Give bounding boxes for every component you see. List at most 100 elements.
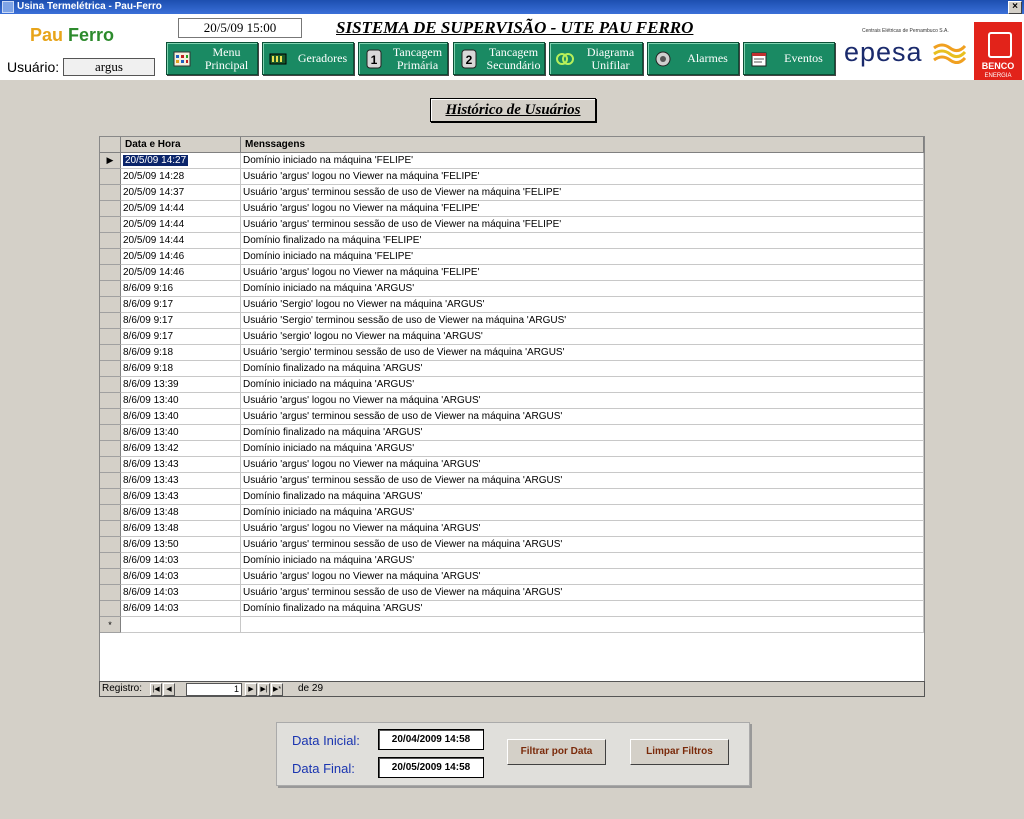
cell-datetime[interactable]: 20/5/09 14:46	[120, 264, 241, 281]
cell-datetime[interactable]: 8/6/09 13:40	[120, 392, 241, 409]
cell-datetime[interactable]: 8/6/09 9:18	[120, 360, 241, 377]
row-selector[interactable]	[100, 184, 121, 201]
row-selector[interactable]	[100, 216, 121, 233]
table-row[interactable]: 8/6/09 13:48 Domínio iniciado na máquina …	[100, 504, 924, 521]
row-selector[interactable]	[100, 536, 121, 553]
table-row[interactable]: 8/6/09 13:39 Domínio iniciado na máquina …	[100, 376, 924, 393]
table-row[interactable]: 8/6/09 14:03 Domínio finalizado na máquin…	[100, 600, 924, 617]
row-selector[interactable]	[100, 488, 121, 505]
cell-datetime[interactable]: 8/6/09 9:17	[120, 296, 241, 313]
first-record-button[interactable]: |◀	[150, 683, 162, 696]
cell-datetime[interactable]: 8/6/09 14:03	[120, 600, 241, 617]
cell-datetime[interactable]: 20/5/09 14:44	[120, 216, 241, 233]
nav-menu-principal-button[interactable]: Menu Principal	[166, 42, 258, 75]
cell-message[interactable]: Usuário 'sergio' logou no Viewer na máqu…	[240, 328, 924, 345]
cell-message[interactable]: Usuário 'argus' terminou sessão de uso d…	[240, 216, 924, 233]
cell-datetime[interactable]: 8/6/09 13:40	[120, 424, 241, 441]
cell-datetime[interactable]: 20/5/09 14:44	[120, 200, 241, 217]
start-date-input[interactable]: 20/04/2009 14:58	[378, 729, 484, 750]
cell-message[interactable]: Domínio finalizado na máquina 'ARGUS'	[240, 600, 924, 617]
close-button[interactable]: ×	[1008, 1, 1022, 14]
table-row[interactable]: 20/5/09 14:46 Usuário 'argus' logou no Vi…	[100, 264, 924, 281]
table-row[interactable]: 20/5/09 14:44 Domínio finalizado na máqui…	[100, 232, 924, 249]
cell-message[interactable]: Domínio finalizado na máquina 'FELIPE'	[240, 232, 924, 249]
cell-message[interactable]: Usuário 'argus' logou no Viewer na máqui…	[240, 264, 924, 281]
nav-alarmes-button[interactable]: Alarmes	[647, 42, 739, 75]
cell-datetime[interactable]: 8/6/09 13:43	[120, 488, 241, 505]
cell-datetime[interactable]: 8/6/09 9:17	[120, 312, 241, 329]
new-row-selector[interactable]: *	[100, 616, 121, 633]
cell-message[interactable]	[240, 616, 924, 633]
row-selector[interactable]	[100, 456, 121, 473]
table-row[interactable]: 8/6/09 14:03 Domínio iniciado na máquina …	[100, 552, 924, 569]
row-selector[interactable]	[100, 440, 121, 457]
last-record-button[interactable]: ▶|	[258, 683, 270, 696]
cell-message[interactable]: Domínio iniciado na máquina 'ARGUS'	[240, 440, 924, 457]
new-record-row[interactable]: *	[100, 616, 924, 633]
cell-datetime[interactable]: 8/6/09 9:16	[120, 280, 241, 297]
cell-message[interactable]: Usuário 'argus' terminou sessão de uso d…	[240, 472, 924, 489]
cell-message[interactable]: Usuário 'Sergio' logou no Viewer na máqu…	[240, 296, 924, 313]
cell-message[interactable]: Domínio iniciado na máquina 'ARGUS'	[240, 376, 924, 393]
cell-datetime[interactable]: 20/5/09 14:37	[120, 184, 241, 201]
row-selector[interactable]	[100, 248, 121, 265]
cell-message[interactable]: Usuário 'argus' logou no Viewer na máqui…	[240, 456, 924, 473]
cell-message[interactable]: Domínio finalizado na máquina 'ARGUS'	[240, 488, 924, 505]
prev-record-button[interactable]: ◀	[163, 683, 175, 696]
clear-filters-button[interactable]: Limpar Filtros	[630, 739, 729, 765]
table-row[interactable]: 8/6/09 13:50 Usuário 'argus' terminou ses…	[100, 536, 924, 553]
table-row[interactable]: ▶ 20/5/09 14:27 Domínio iniciado na máquin…	[100, 152, 924, 169]
row-selector[interactable]	[100, 552, 121, 569]
end-date-input[interactable]: 20/05/2009 14:58	[378, 757, 484, 778]
nav-tancagem-primaria-button[interactable]: 1 Tancagem Primária	[358, 42, 448, 75]
row-selector[interactable]	[100, 264, 121, 281]
nav-eventos-button[interactable]: Eventos	[743, 42, 835, 75]
cell-datetime[interactable]: 20/5/09 14:27	[120, 152, 241, 169]
table-row[interactable]: 8/6/09 13:43 Usuário 'argus' terminou ses…	[100, 472, 924, 489]
row-selector[interactable]	[100, 520, 121, 537]
record-number-input[interactable]: 1	[186, 683, 242, 696]
row-selector[interactable]	[100, 200, 121, 217]
row-selector[interactable]	[100, 280, 121, 297]
row-selector[interactable]	[100, 344, 121, 361]
row-selector[interactable]	[100, 472, 121, 489]
cell-message[interactable]: Usuário 'argus' terminou sessão de uso d…	[240, 184, 924, 201]
cell-message[interactable]: Domínio iniciado na máquina 'ARGUS'	[240, 504, 924, 521]
cell-datetime[interactable]: 8/6/09 14:03	[120, 584, 241, 601]
row-selector[interactable]	[100, 392, 121, 409]
row-selector[interactable]	[100, 600, 121, 617]
cell-datetime[interactable]	[120, 616, 241, 633]
cell-message[interactable]: Usuário 'argus' logou no Viewer na máqui…	[240, 568, 924, 585]
cell-datetime[interactable]: 8/6/09 13:42	[120, 440, 241, 457]
row-selector[interactable]	[100, 312, 121, 329]
row-selector[interactable]	[100, 232, 121, 249]
table-row[interactable]: 8/6/09 9:17 Usuário 'Sergio' terminou ses…	[100, 312, 924, 329]
column-header-datetime[interactable]: Data e Hora	[120, 137, 241, 153]
row-selector[interactable]	[100, 408, 121, 425]
cell-datetime[interactable]: 8/6/09 9:18	[120, 344, 241, 361]
cell-message[interactable]: Usuário 'argus' terminou sessão de uso d…	[240, 408, 924, 425]
table-row[interactable]: 8/6/09 13:40 Domínio finalizado na máquin…	[100, 424, 924, 441]
cell-datetime[interactable]: 8/6/09 13:40	[120, 408, 241, 425]
row-selector[interactable]: ▶	[100, 152, 121, 169]
table-row[interactable]: 20/5/09 14:37 Usuário 'argus' terminou se…	[100, 184, 924, 201]
row-selector[interactable]	[100, 328, 121, 345]
cell-message[interactable]: Usuário 'argus' terminou sessão de uso d…	[240, 584, 924, 601]
table-row[interactable]: 20/5/09 14:28 Usuário 'argus' logou no Vi…	[100, 168, 924, 185]
cell-message[interactable]: Domínio iniciado na máquina 'ARGUS'	[240, 280, 924, 297]
cell-datetime[interactable]: 8/6/09 9:17	[120, 328, 241, 345]
row-selector[interactable]	[100, 584, 121, 601]
nav-diagrama-unifilar-button[interactable]: Diagrama Unifilar	[549, 42, 643, 75]
row-selector[interactable]	[100, 424, 121, 441]
cell-datetime[interactable]: 8/6/09 13:50	[120, 536, 241, 553]
cell-message[interactable]: Usuário 'argus' logou no Viewer na máqui…	[240, 392, 924, 409]
table-row[interactable]: 8/6/09 9:17 Usuário 'sergio' logou no Vie…	[100, 328, 924, 345]
cell-message[interactable]: Usuário 'sergio' terminou sessão de uso …	[240, 344, 924, 361]
row-selector[interactable]	[100, 568, 121, 585]
table-row[interactable]: 8/6/09 14:03 Usuário 'argus' logou no Vie…	[100, 568, 924, 585]
row-selector[interactable]	[100, 168, 121, 185]
table-row[interactable]: 20/5/09 14:44 Usuário 'argus' logou no Vi…	[100, 200, 924, 217]
cell-message[interactable]: Domínio iniciado na máquina 'FELIPE'	[240, 248, 924, 265]
cell-datetime[interactable]: 20/5/09 14:28	[120, 168, 241, 185]
next-record-button[interactable]: ▶	[245, 683, 257, 696]
